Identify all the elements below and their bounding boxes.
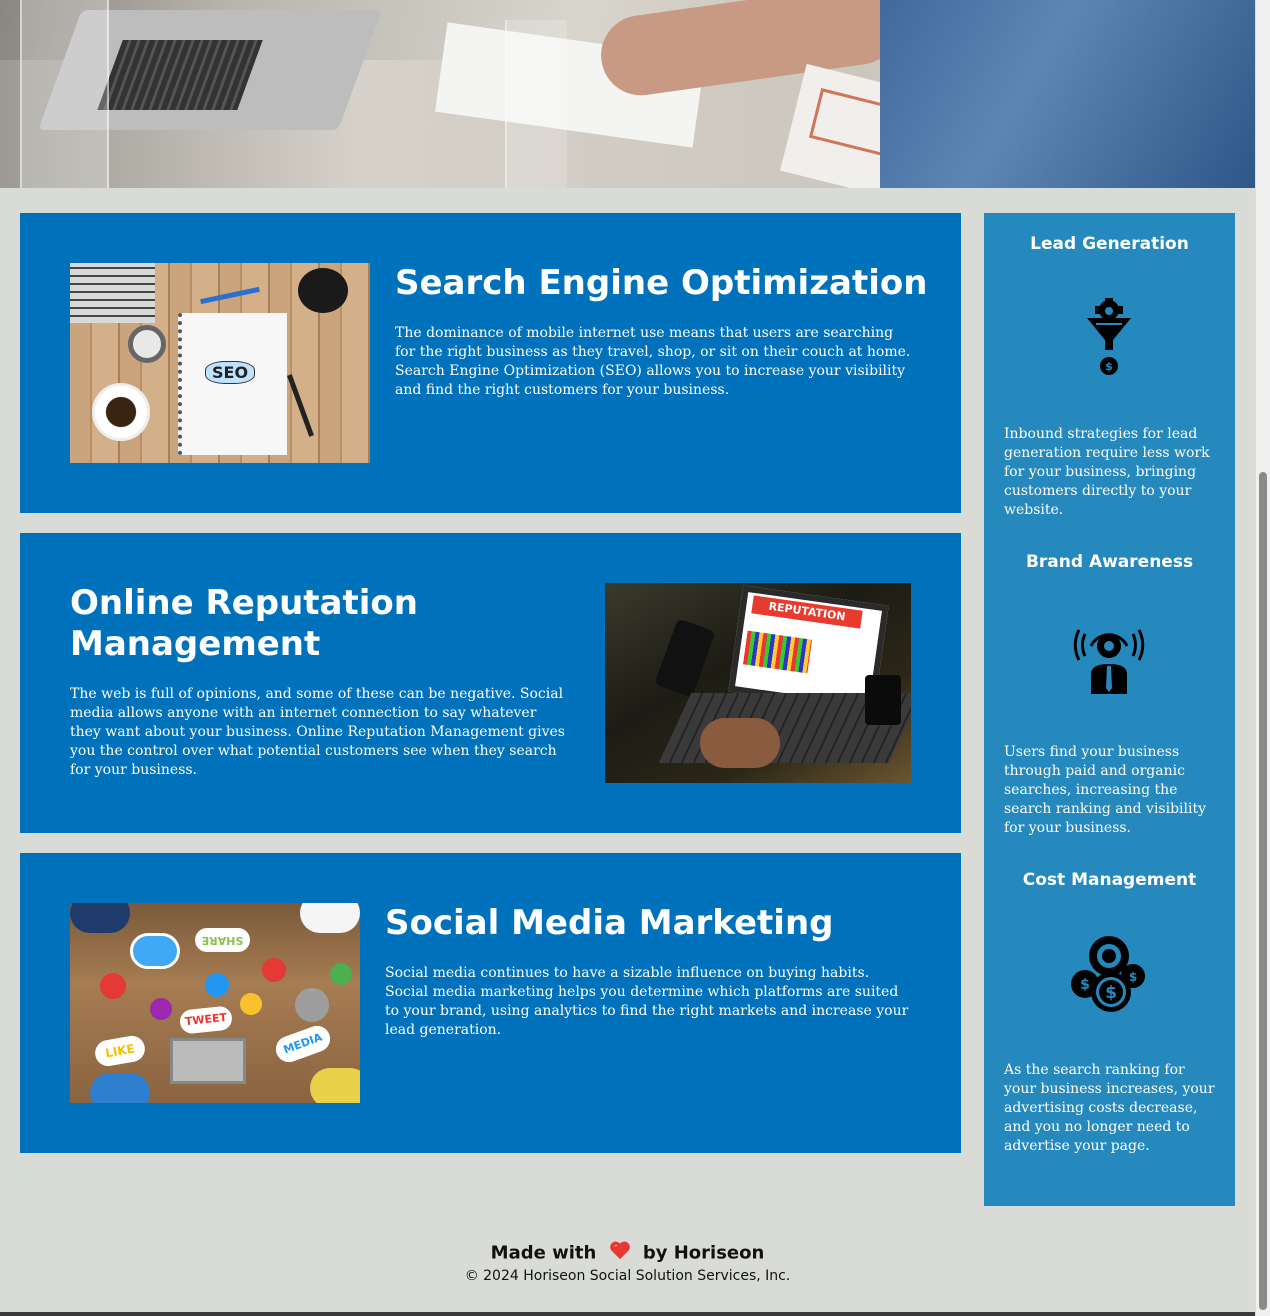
- benefits-sidebar: Lead Generation $ Inbound strategies for…: [984, 213, 1235, 1206]
- svg-text:$: $: [1129, 970, 1137, 984]
- svg-text:$: $: [1080, 977, 1090, 993]
- cost-management-icon: $ $ $: [1069, 934, 1149, 1014]
- benefit-lead-generation: Lead Generation $ Inbound strategies for…: [984, 233, 1235, 518]
- made-with-text: Made with: [490, 1242, 597, 1264]
- footer-credit: Made with by Horiseon: [0, 1240, 1255, 1267]
- heart-icon: [609, 1240, 631, 1267]
- benefit-text: Inbound strategies for lead generation r…: [1004, 426, 1210, 518]
- scrollbar-thumb[interactable]: [1259, 472, 1267, 1310]
- seo-image: SEO: [70, 263, 370, 463]
- hero-image: [0, 0, 1255, 188]
- benefit-cost-management: Cost Management $ $ $ As the search rank…: [984, 869, 1235, 1154]
- section-title: Social Media Marketing: [385, 903, 834, 943]
- brand-awareness-icon: [1069, 616, 1149, 696]
- section-social-media-marketing: SHARE TWEET LIKE MEDIA Social Media Mark…: [20, 853, 961, 1153]
- section-text: Social media continues to have a sizable…: [385, 965, 909, 1038]
- svg-text:$: $: [1105, 360, 1113, 373]
- benefit-title: Lead Generation: [1030, 234, 1189, 254]
- benefit-title: Cost Management: [1022, 870, 1197, 890]
- benefit-brand-awareness: Brand Awareness Users find your business…: [984, 551, 1235, 836]
- by-horiseon-text: by Horiseon: [642, 1242, 765, 1264]
- section-online-reputation-management: Online Reputation Management The web is …: [20, 533, 961, 833]
- section-title: Online Reputation Management: [70, 583, 418, 664]
- vertical-scrollbar[interactable]: [1255, 0, 1270, 1316]
- benefit-title: Brand Awareness: [1025, 552, 1194, 572]
- section-text: The dominance of mobile internet use mea…: [395, 325, 911, 398]
- svg-text:$: $: [1105, 983, 1117, 1003]
- benefit-text: Users find your business through paid an…: [1004, 744, 1207, 836]
- reputation-image: REPUTATION: [605, 583, 911, 783]
- social-media-image: SHARE TWEET LIKE MEDIA: [70, 903, 360, 1103]
- page: SEO Search Engine Optimization The domin…: [0, 0, 1255, 1312]
- benefit-text: As the search ranking for your business …: [1004, 1062, 1215, 1154]
- window-bottom-edge: [0, 1312, 1255, 1316]
- section-search-engine-optimization: SEO Search Engine Optimization The domin…: [20, 213, 961, 513]
- section-title: Search Engine Optimization: [395, 263, 928, 303]
- lead-generation-icon: $: [1069, 298, 1149, 378]
- section-text: The web is full of opinions, and some of…: [70, 686, 565, 778]
- footer: Made with by Horiseon © 2024 Horiseon So…: [0, 1240, 1255, 1285]
- copyright: © 2024 Horiseon Social Solution Services…: [464, 1268, 791, 1284]
